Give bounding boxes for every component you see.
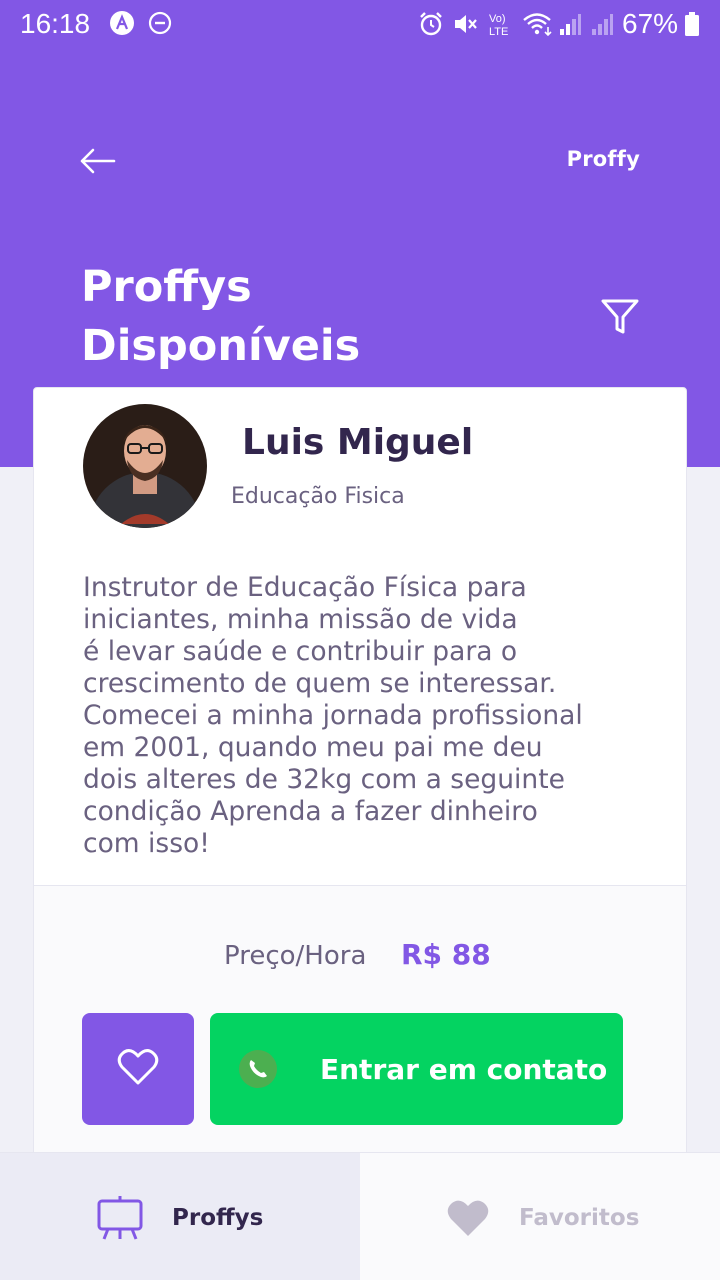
- bio-line: Comecei a minha jornada profissional: [83, 700, 583, 731]
- do-not-disturb-icon: [148, 11, 172, 40]
- easel-icon: [96, 1195, 144, 1245]
- battery-icon: [684, 12, 700, 41]
- bio-line: Instrutor de Educação Física para: [83, 572, 527, 603]
- proffy-logo: Proffy: [566, 147, 640, 171]
- contact-button-label: Entrar em contato: [320, 1053, 608, 1086]
- whatsapp-icon: [238, 1049, 278, 1093]
- bio-line: em 2001, quando meu pai me deu: [83, 732, 543, 763]
- bio-line: crescimento de quem se interessar.: [83, 668, 557, 699]
- bottom-tab-bar: Proffys Favoritos: [0, 1152, 720, 1280]
- filter-icon[interactable]: [600, 298, 640, 340]
- bio-line: é levar saúde e contribuir para o: [83, 636, 518, 667]
- battery-level: 67%: [622, 8, 679, 39]
- page-title: Proffys Disponíveis: [81, 258, 541, 376]
- bio-line: com isso!: [83, 828, 210, 859]
- mute-icon: [452, 11, 478, 42]
- page-title-line-2: Disponíveis: [81, 321, 361, 371]
- favorite-button[interactable]: [82, 1013, 194, 1125]
- teacher-subject: Educação Fisica: [231, 484, 405, 509]
- page-title-line-1: Proffys: [81, 262, 252, 312]
- svg-text:LTE: LTE: [489, 26, 508, 38]
- svg-text:Vo): Vo): [489, 13, 506, 25]
- teacher-bio: Instrutor de Educação Física para inicia…: [83, 572, 658, 860]
- teacher-card: Luis Miguel Educação Fisica Instrutor de…: [33, 387, 687, 1153]
- tab-favoritos[interactable]: Favoritos: [360, 1153, 720, 1280]
- tab-favoritos-label: Favoritos: [519, 1205, 640, 1231]
- status-bar: 16:18 Vo) LTE 67%: [0, 0, 720, 50]
- teacher-avatar: [83, 404, 207, 528]
- alarm-icon: [418, 11, 444, 42]
- back-arrow-icon[interactable]: [78, 146, 116, 180]
- tab-proffys[interactable]: Proffys: [0, 1153, 360, 1280]
- contact-button[interactable]: Entrar em contato: [210, 1013, 623, 1125]
- bio-line: iniciantes, minha missão de vida: [83, 604, 518, 635]
- nav-a-icon: [110, 11, 134, 40]
- tab-proffys-label: Proffys: [172, 1205, 264, 1231]
- price-label: Preço/Hora: [224, 941, 367, 971]
- signal-icon-2: [590, 11, 614, 42]
- teacher-name: Luis Miguel: [242, 422, 474, 463]
- bio-line: dois alteres de 32kg com a seguinte: [83, 764, 565, 795]
- signal-icon-1: [558, 11, 582, 42]
- wifi-icon: [522, 11, 554, 42]
- price-value: R$ 88: [401, 938, 491, 971]
- heart-outline-icon: [117, 1048, 159, 1090]
- volte-icon: Vo) LTE: [486, 10, 516, 43]
- status-time: 16:18: [20, 8, 91, 39]
- heart-icon: [446, 1198, 490, 1242]
- card-footer: Preço/Hora R$ 88 Entrar em contato: [34, 885, 686, 1152]
- bio-line: condição Aprenda a fazer dinheiro: [83, 796, 538, 827]
